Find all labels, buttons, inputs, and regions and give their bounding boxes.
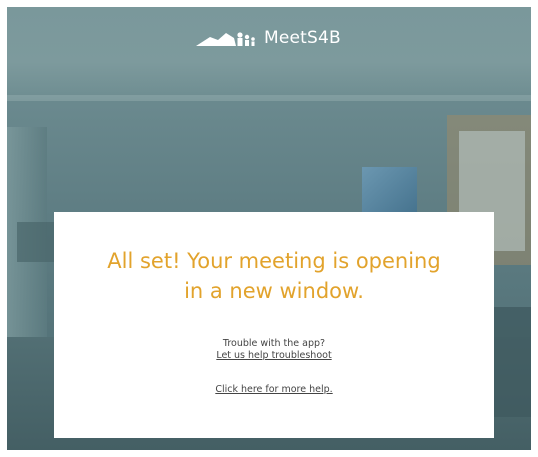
- more-help-section: Click here for more help.: [54, 384, 494, 396]
- meets4b-logo-icon: [196, 32, 255, 46]
- troubleshoot-section: Trouble with the app? Let us help troubl…: [54, 338, 494, 362]
- headline-line-2: in a new window.: [184, 279, 364, 303]
- trouble-question: Trouble with the app?: [222, 338, 326, 349]
- brand-logo: MeetS4B: [196, 24, 341, 52]
- more-help-link[interactable]: Click here for more help.: [215, 384, 332, 395]
- bg-ceiling: [7, 7, 531, 99]
- meeting-dialog: All set! Your meeting is opening in a ne…: [54, 212, 494, 438]
- brand-name: MeetS4B: [264, 28, 341, 48]
- troubleshoot-link[interactable]: Let us help troubleshoot: [216, 350, 331, 362]
- bg-ceiling-line: [7, 95, 531, 101]
- headline-line-1: All set! Your meeting is opening: [107, 249, 441, 273]
- status-headline: All set! Your meeting is opening in a ne…: [54, 246, 494, 306]
- page: MeetS4B All set! Your meeting is opening…: [0, 0, 538, 457]
